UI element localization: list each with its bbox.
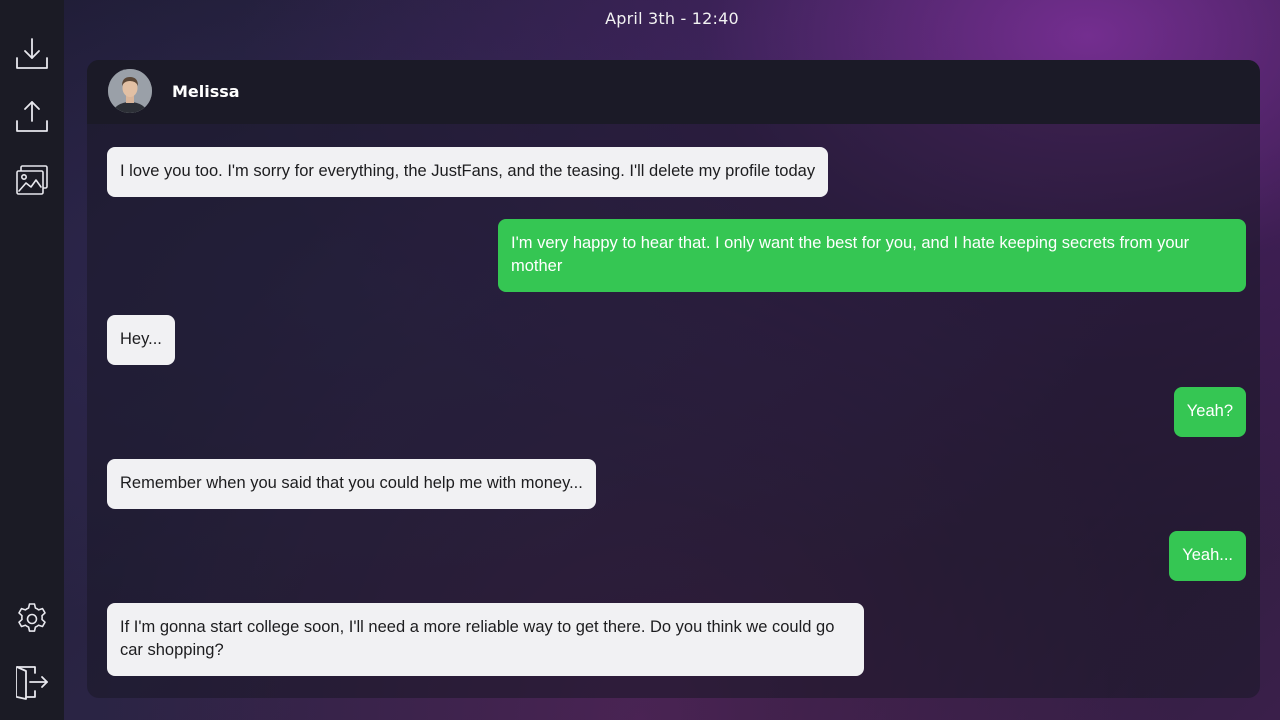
gallery-icon[interactable] [14, 162, 50, 198]
message-bubble-incoming: Remember when you said that you could he… [107, 459, 596, 509]
message-bubble-incoming: Hey... [107, 315, 175, 365]
settings-icon[interactable] [14, 601, 50, 637]
message-bubble-incoming: I love you too. I'm sorry for everything… [107, 147, 829, 197]
chat-panel: Melissa I love you too. I'm sorry for ev… [87, 60, 1260, 698]
message-bubble-outgoing: Yeah... [1169, 531, 1246, 581]
avatar [108, 69, 152, 113]
contact-name: Melissa [172, 82, 240, 101]
upload-icon[interactable] [14, 99, 50, 135]
sidebar [0, 0, 64, 720]
chat-header: Melissa [87, 60, 1260, 124]
date-time-label: April 3th - 12:40 [605, 9, 739, 28]
message-bubble-outgoing: Yeah? [1173, 387, 1246, 437]
message-bubble-outgoing: I'm very happy to hear that. I only want… [498, 219, 1246, 292]
download-icon[interactable] [14, 36, 50, 72]
message-bubble-incoming: If I'm gonna start college soon, I'll ne… [107, 603, 864, 676]
exit-icon[interactable] [14, 664, 50, 700]
